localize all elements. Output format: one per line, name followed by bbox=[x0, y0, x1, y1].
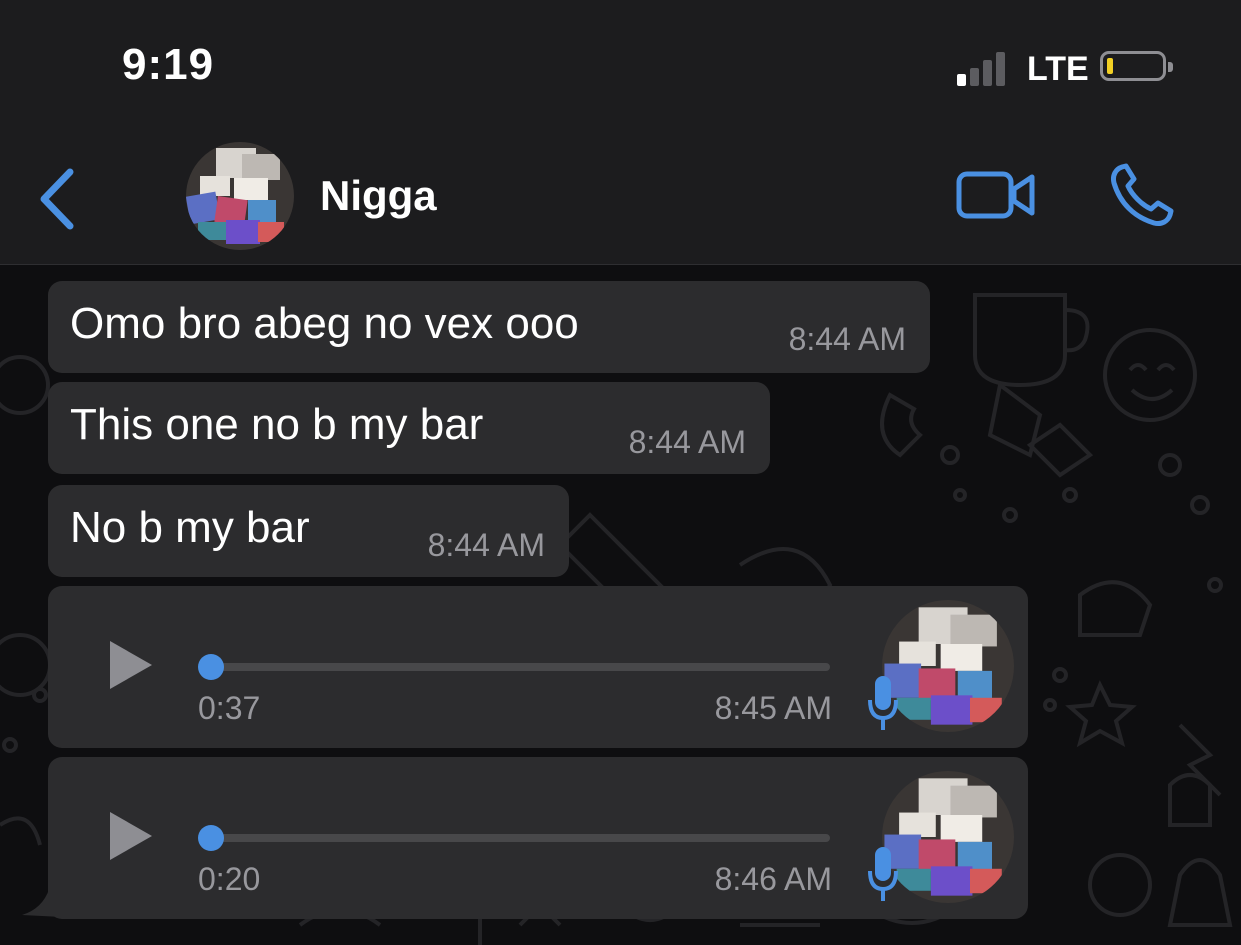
chat-area: Omo bro abeg no vex ooo 8:44 AM This one… bbox=[0, 265, 1241, 945]
voice-duration: 0:37 bbox=[198, 690, 261, 726]
message-text: This one no b my bar bbox=[70, 400, 484, 449]
contact-name[interactable]: Nigga bbox=[320, 172, 437, 220]
playback-track[interactable] bbox=[210, 663, 830, 671]
voice-message: 0:20 8:46 AM bbox=[48, 757, 1028, 919]
voice-message: 0:37 8:45 AM bbox=[48, 586, 1028, 748]
network-type: LTE bbox=[1027, 50, 1089, 88]
bubble-tail bbox=[22, 877, 62, 917]
play-icon[interactable] bbox=[106, 639, 154, 691]
message-time: 8:44 AM bbox=[788, 321, 906, 357]
message-text: Omo bro abeg no vex ooo bbox=[70, 299, 579, 348]
signal-strength-icon bbox=[957, 50, 1017, 86]
message-time: 8:44 AM bbox=[628, 424, 746, 460]
status-time: 9:19 bbox=[122, 40, 215, 89]
message-bubble[interactable]: No b my bar 8:44 AM bbox=[48, 485, 569, 577]
status-bar: 9:19 LTE bbox=[0, 0, 1241, 130]
microphone-icon bbox=[868, 676, 898, 730]
playback-scrubber[interactable] bbox=[198, 825, 224, 851]
play-icon[interactable] bbox=[106, 810, 154, 862]
message-time: 8:45 AM bbox=[714, 690, 832, 726]
message-bubble[interactable]: This one no b my bar 8:44 AM bbox=[48, 382, 770, 474]
message-text: No b my bar bbox=[70, 503, 310, 552]
voice-call-icon[interactable] bbox=[1108, 163, 1174, 229]
message-time: 8:44 AM bbox=[427, 527, 545, 563]
sender-avatar bbox=[882, 771, 1014, 903]
video-call-icon[interactable] bbox=[956, 167, 1036, 223]
message-time: 8:46 AM bbox=[714, 861, 832, 897]
sender-avatar bbox=[882, 600, 1014, 732]
battery-icon bbox=[1100, 51, 1173, 81]
message-bubble[interactable]: Omo bro abeg no vex ooo 8:44 AM bbox=[48, 281, 930, 373]
voice-duration: 0:20 bbox=[198, 861, 261, 897]
microphone-icon bbox=[868, 847, 898, 901]
back-chevron-icon[interactable] bbox=[34, 164, 84, 234]
contact-avatar[interactable] bbox=[186, 142, 294, 250]
playback-scrubber[interactable] bbox=[198, 654, 224, 680]
playback-track[interactable] bbox=[210, 834, 830, 842]
